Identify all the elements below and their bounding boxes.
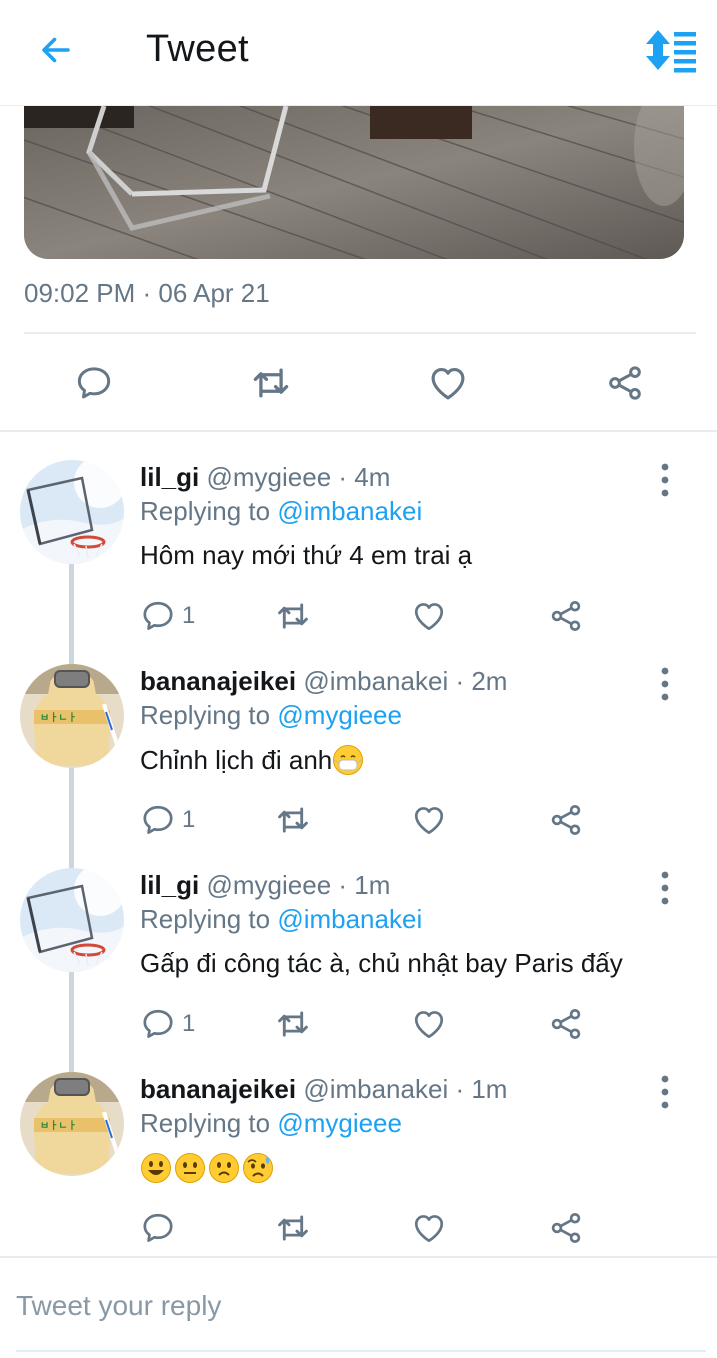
sort-button[interactable] [644, 26, 700, 74]
reply-text: Hôm nay mới thứ 4 em trai ạ [140, 540, 473, 570]
reply-icon [140, 1006, 176, 1042]
share-button[interactable] [548, 1002, 584, 1046]
reply-text: Gấp đi công tác à, chủ nhật bay Paris đấ… [140, 948, 623, 978]
heart-icon [411, 1210, 447, 1246]
reply-count: 1 [182, 1010, 196, 1037]
reply-button[interactable] [140, 1206, 182, 1250]
smile-emoji-icon [140, 1152, 172, 1184]
retweet-button[interactable] [274, 594, 312, 638]
reply-tweet[interactable]: lil_gi @mygieee · 1m Replying to @imbana… [0, 842, 717, 1046]
like-button[interactable] [411, 1206, 447, 1250]
display-name[interactable]: lil_gi [140, 462, 199, 492]
replying-label: Replying to [140, 1108, 271, 1138]
mention-link[interactable]: @mygieee [277, 1108, 402, 1138]
share-icon [548, 598, 584, 634]
divider [0, 430, 717, 432]
mask-face-emoji-icon [332, 744, 364, 776]
heart-icon [411, 598, 447, 634]
more-vertical-icon [660, 1074, 670, 1110]
share-icon [548, 1006, 584, 1042]
more-vertical-icon [660, 462, 670, 498]
neutral-emoji-icon [174, 1152, 206, 1184]
retweet-button[interactable] [274, 798, 312, 842]
replying-label: Replying to [140, 496, 271, 526]
arrow-left-icon [42, 37, 70, 63]
more-vertical-icon [660, 666, 670, 702]
more-options-button[interactable] [650, 666, 680, 702]
mention-link[interactable]: @mygieee [277, 700, 402, 730]
handle-time: @imbanakei · 2m [303, 666, 508, 696]
handle-time: @mygieee · 4m [206, 462, 391, 492]
avatar[interactable] [20, 868, 124, 972]
more-options-button[interactable] [650, 870, 680, 906]
avatar[interactable] [20, 664, 124, 768]
like-button[interactable] [411, 594, 447, 638]
divider [0, 1256, 717, 1258]
retweet-button[interactable] [274, 1002, 312, 1046]
top-bar: Tweet [0, 0, 717, 106]
reply-icon [74, 363, 114, 403]
more-vertical-icon [660, 870, 670, 906]
reply-icon [140, 598, 176, 634]
retweet-icon [274, 1209, 312, 1247]
sort-icon [646, 30, 696, 73]
reply-input[interactable]: Tweet your reply [16, 1280, 696, 1332]
handle-time: @imbanakei · 1m [303, 1074, 508, 1104]
worried-emoji-icon [208, 1152, 240, 1184]
share-icon [548, 1210, 584, 1246]
avatar[interactable] [20, 460, 124, 564]
tweet-media-image[interactable] [24, 106, 684, 259]
mention-link[interactable]: @imbanakei [277, 496, 422, 526]
retweet-icon [274, 597, 312, 635]
tweet-timestamp: 09:02 PM · 06 Apr 21 [24, 278, 270, 308]
retweet-button[interactable] [246, 358, 296, 408]
retweet-icon [274, 801, 312, 839]
reply-button[interactable] [69, 358, 119, 408]
share-button[interactable] [600, 358, 650, 408]
reply-icon [140, 802, 176, 838]
tweet-actions [0, 334, 717, 430]
share-button[interactable] [548, 1206, 584, 1250]
more-options-button[interactable] [650, 1074, 680, 1110]
back-button[interactable] [34, 28, 78, 72]
replying-label: Replying to [140, 904, 271, 934]
reply-text: Chỉnh lịch đi anh [140, 744, 333, 775]
more-options-button[interactable] [650, 462, 680, 498]
display-name[interactable]: bananajeikei [140, 666, 296, 696]
retweet-icon [249, 361, 293, 405]
like-button[interactable] [411, 798, 447, 842]
retweet-button[interactable] [274, 1206, 312, 1250]
reply-button[interactable]: 1 [140, 798, 195, 842]
divider [16, 1350, 706, 1352]
display-name[interactable]: bananajeikei [140, 1074, 296, 1104]
share-button[interactable] [548, 594, 584, 638]
reply-button[interactable]: 1 [140, 1002, 195, 1046]
reply-count: 1 [182, 602, 196, 629]
handle-time: @mygieee · 1m [206, 870, 391, 900]
reply-tweet[interactable]: bananajeikei @imbanakei · 1m Replying to… [0, 1046, 717, 1250]
retweet-icon [274, 1005, 312, 1043]
reply-tweet[interactable]: lil_gi @mygieee · 4m Replying to @imbana… [0, 434, 717, 638]
mention-link[interactable]: @imbanakei [277, 904, 422, 934]
avatar[interactable] [20, 1072, 124, 1176]
replying-label: Replying to [140, 700, 271, 730]
reply-tweet[interactable]: bananajeikei @imbanakei · 2m Replying to… [0, 638, 717, 842]
like-button[interactable] [423, 358, 473, 408]
share-icon [548, 802, 584, 838]
display-name[interactable]: lil_gi [140, 870, 199, 900]
share-button[interactable] [548, 798, 584, 842]
heart-icon [427, 362, 469, 404]
like-button[interactable] [411, 1002, 447, 1046]
heart-icon [411, 1006, 447, 1042]
page-title: Tweet [146, 28, 249, 70]
heart-icon [411, 802, 447, 838]
sad-sweat-emoji-icon [242, 1152, 274, 1184]
reply-count: 1 [182, 806, 196, 833]
reply-icon [140, 1210, 176, 1246]
reply-emoji-row [140, 1152, 276, 1184]
share-icon [605, 363, 645, 403]
reply-button[interactable]: 1 [140, 594, 195, 638]
